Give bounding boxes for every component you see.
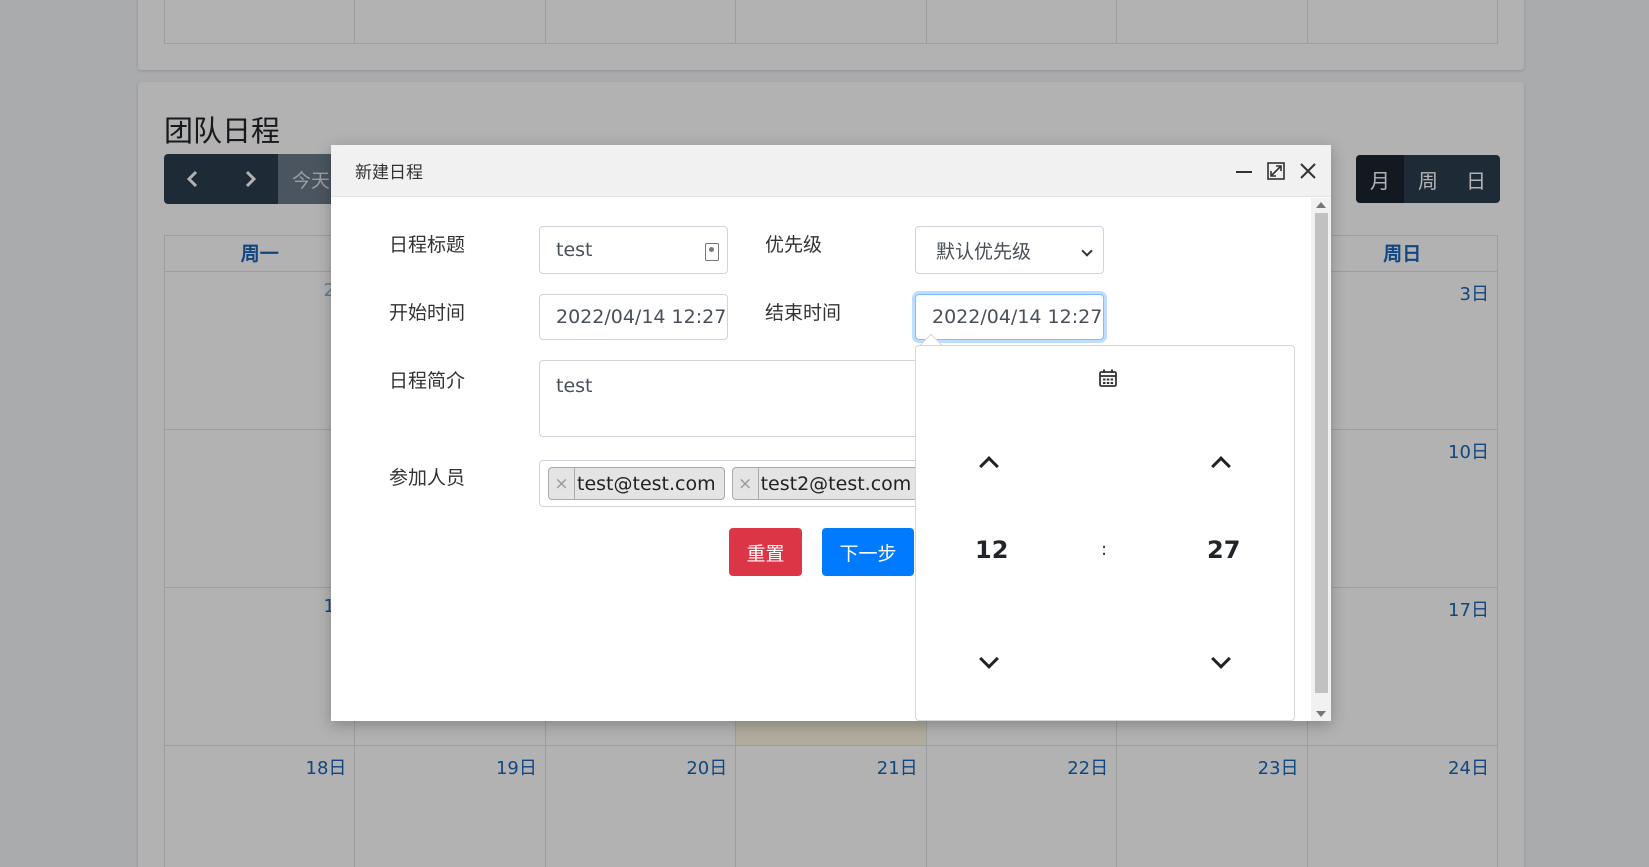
end-time-label: 结束时间 xyxy=(765,302,842,324)
description-label: 日程简介 xyxy=(389,370,466,392)
start-time-input[interactable]: 2022/04/14 12:27 xyxy=(539,294,728,340)
remove-tag-icon[interactable]: × xyxy=(733,468,759,499)
calendar-icon[interactable] xyxy=(1098,368,1118,388)
description-value: test xyxy=(556,375,593,397)
end-time-input[interactable]: 2022/04/14 12:27 xyxy=(915,294,1104,340)
maximize-icon xyxy=(1267,162,1285,180)
close-button[interactable] xyxy=(1297,160,1319,182)
scroll-thumb[interactable] xyxy=(1315,213,1328,693)
participants-label: 参加人员 xyxy=(389,467,466,489)
participants-input[interactable]: × test@test.com × test2@test.com xyxy=(539,460,919,507)
participant-email: test2@test.com xyxy=(760,472,912,495)
end-time-value: 2022/04/14 12:27 xyxy=(932,306,1103,328)
minute-increment-icon[interactable] xyxy=(1211,456,1231,476)
priority-select[interactable]: 默认优先级 xyxy=(915,226,1104,274)
participant-tag: × test@test.com xyxy=(548,467,725,500)
scroll-up-icon[interactable] xyxy=(1316,202,1326,208)
close-icon xyxy=(1300,163,1316,179)
hour-decrement-icon[interactable] xyxy=(979,649,999,669)
description-textarea[interactable]: test xyxy=(539,360,919,437)
minimize-button[interactable] xyxy=(1233,160,1255,182)
hour-increment-icon[interactable] xyxy=(979,456,999,476)
contact-card-icon xyxy=(705,243,719,261)
time-separator: : xyxy=(1101,539,1108,560)
modal-window-tools xyxy=(1233,145,1319,197)
priority-select-value: 默认优先级 xyxy=(936,240,1032,263)
title-input[interactable]: test xyxy=(539,226,728,274)
reset-button[interactable]: 重置 xyxy=(729,528,802,576)
minute-decrement-icon[interactable] xyxy=(1211,649,1231,669)
scroll-down-icon[interactable] xyxy=(1316,711,1326,717)
start-time-label: 开始时间 xyxy=(389,302,466,324)
maximize-button[interactable] xyxy=(1265,160,1287,182)
title-label: 日程标题 xyxy=(389,234,466,256)
time-picker: 12 : 27 xyxy=(915,345,1295,721)
modal-scrollbar[interactable] xyxy=(1311,198,1331,721)
modal-header: 新建日程 xyxy=(331,145,1331,197)
participant-tag: × test2@test.com xyxy=(731,467,918,500)
minimize-icon xyxy=(1236,171,1252,173)
chevron-down-icon xyxy=(1081,245,1093,257)
title-input-value: test xyxy=(556,239,593,261)
remove-tag-icon[interactable]: × xyxy=(549,468,575,499)
start-time-value: 2022/04/14 12:27 xyxy=(556,306,727,328)
minute-value[interactable]: 27 xyxy=(1207,536,1240,564)
hour-value[interactable]: 12 xyxy=(975,536,1008,564)
modal-title: 新建日程 xyxy=(355,163,423,183)
next-step-button[interactable]: 下一步 xyxy=(822,528,914,576)
priority-label: 优先级 xyxy=(765,234,823,256)
participant-email: test@test.com xyxy=(577,472,716,495)
